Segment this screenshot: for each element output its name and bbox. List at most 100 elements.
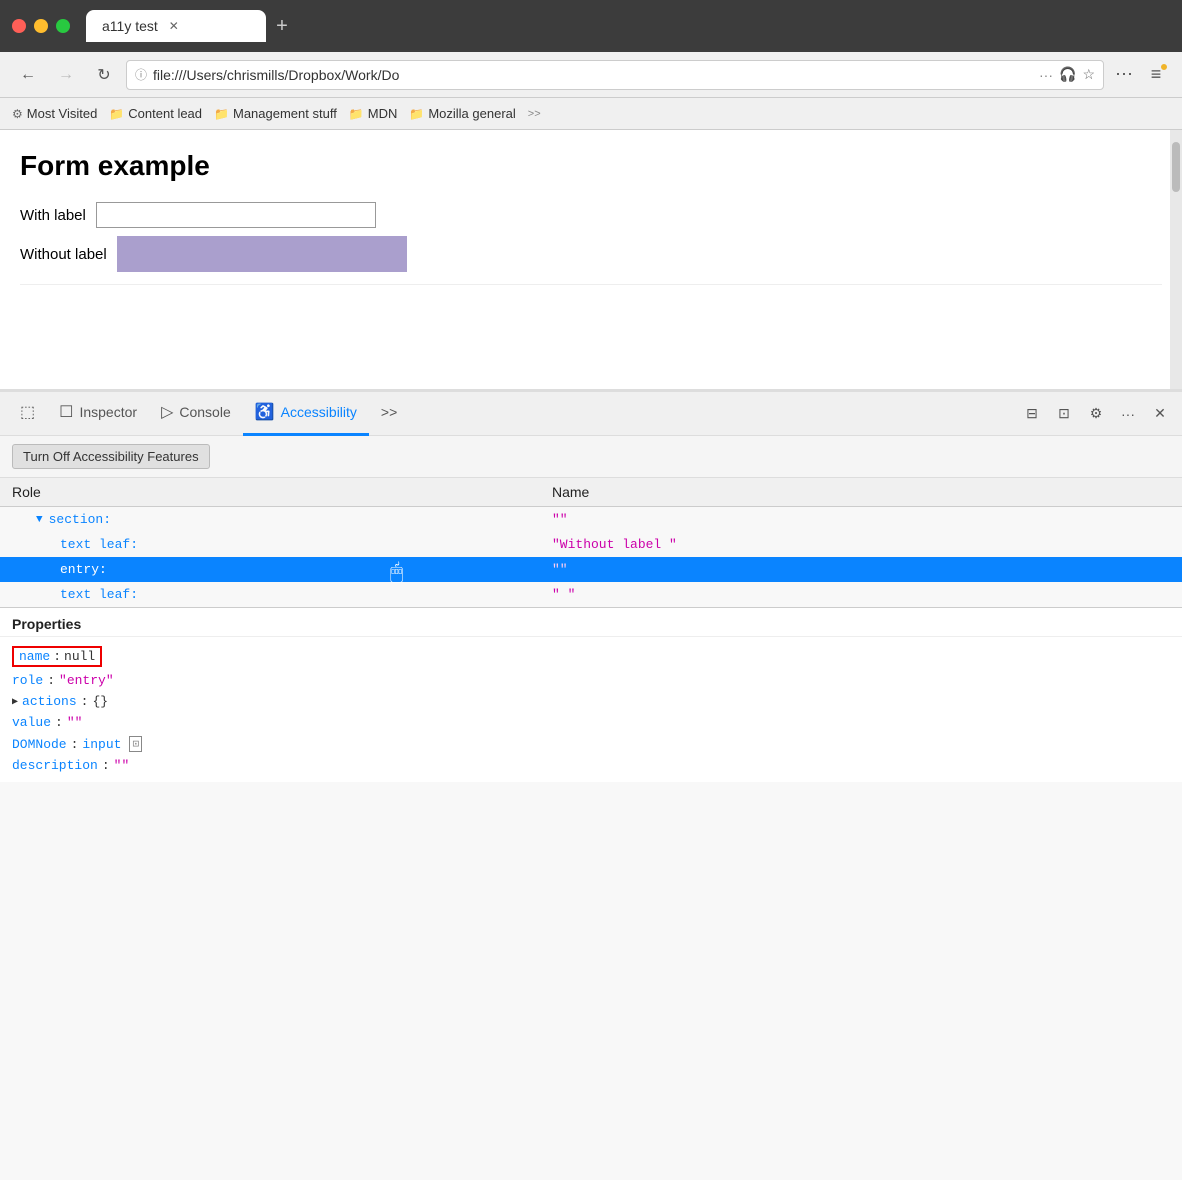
prop-colon-value: : [55,715,63,730]
menu-button[interactable]: ≡ [1142,61,1170,89]
name-text-leaf-2: " " [552,587,575,602]
bookmark-label: Management stuff [233,106,337,121]
bookmarks-more-button[interactable]: >> [528,108,541,120]
pocket-icon: 🎧 [1059,66,1076,83]
tab-responsive[interactable]: ⬚ [8,392,47,436]
prop-row-name: name : null [12,643,1170,670]
responsive-icon: ⬚ [20,402,35,422]
notification-dot [1160,63,1168,71]
prop-colon-name: : [53,649,61,664]
prop-row-description: description : "" [12,755,1170,776]
nav-actions: ⋯ ≡ [1110,61,1170,89]
form-row-with-label: With label [20,202,1162,228]
active-tab[interactable]: a11y test ✕ [86,10,266,42]
responsive-design-button[interactable]: ⊟ [1018,400,1046,428]
tree-header-name: Name [552,484,1170,500]
extensions-button[interactable]: ⋯ [1110,61,1138,89]
close-devtools-button[interactable]: ✕ [1146,400,1174,428]
prop-value-role: "entry" [59,673,114,688]
prop-colon-role: : [47,673,55,688]
more-options-button[interactable]: ··· [1114,400,1142,428]
forward-button[interactable]: → [50,59,82,91]
reload-button[interactable]: ↻ [88,59,120,91]
form-label-without: Without label [20,246,107,263]
tab-close-button[interactable]: ✕ [166,18,182,34]
expand-actions-icon[interactable]: ▶ [12,696,18,708]
expand-arrow-icon: ▼ [36,514,43,526]
scrollbar-thumb[interactable] [1172,142,1180,192]
form-row-without-label: Without label [20,236,1162,272]
properties-header: Properties [0,608,1182,637]
name-section: "" [552,512,568,527]
bookmark-label: Content lead [128,106,202,121]
tree-header-role: Role [12,484,552,500]
content-scrollbar[interactable] [1170,130,1182,389]
domnode-target-icon[interactable]: ⊡ [129,736,142,752]
prop-key-name: name [19,649,50,664]
info-icon: ⓘ [135,66,147,83]
bookmark-star-icon[interactable]: ☆ [1082,66,1095,83]
bookmark-most-visited[interactable]: ⚙ Most Visited [12,106,97,121]
turn-off-a11y-button[interactable]: Turn Off Accessibility Features [12,444,210,469]
prop-value-domnode[interactable]: input [82,737,121,752]
a11y-toolbar: Turn Off Accessibility Features [0,436,1182,478]
folder-icon: 📁 [109,107,124,121]
tree-row-text-leaf-1[interactable]: text leaf: "Without label " [0,532,1182,557]
prop-value-name: null [64,649,95,664]
prop-colon-actions: : [81,694,89,709]
devtools-tabs: ⬚ ☐ Inspector ▷ Console ♿ Accessibility … [0,392,1182,436]
settings-button[interactable]: ⚙ [1082,400,1110,428]
screenshot-button[interactable]: ⊡ [1050,400,1078,428]
properties-list: name : null role : "entry" ▶ ac [0,637,1182,782]
bookmark-content-lead[interactable]: 📁 Content lead [109,106,202,121]
name-entry: "" [552,562,568,577]
bookmark-management-stuff[interactable]: 📁 Management stuff [214,106,337,121]
prop-key-actions: actions [22,694,77,709]
prop-value-description: "" [114,758,130,773]
tree-row-section[interactable]: ▼ section: "" [0,507,1182,532]
tree-rows: ▼ section: "" text leaf: "Without label … [0,507,1182,607]
accessibility-tree: Role Name ▼ section: "" [0,478,1182,1180]
name-highlight-box: name : null [12,646,102,667]
prop-key-value: value [12,715,51,730]
tab-bar: a11y test ✕ + [86,10,1170,42]
tab-inspector-label: Inspector [79,404,137,420]
tab-inspector[interactable]: ☐ Inspector [47,392,149,436]
browser-content: Form example With label Without label [0,130,1182,390]
devtools: ⬚ ☐ Inspector ▷ Console ♿ Accessibility … [0,390,1182,1180]
prop-key-role: role [12,673,43,688]
form-input-without-label[interactable] [117,236,407,272]
tab-title: a11y test [102,18,158,34]
traffic-lights [12,19,70,33]
role-section: section: [49,512,111,527]
new-tab-button[interactable]: + [266,10,298,42]
tab-console[interactable]: ▷ Console [149,392,243,436]
close-button[interactable] [12,19,26,33]
bookmark-mdn[interactable]: 📁 MDN [349,106,398,121]
back-button[interactable]: ← [12,59,44,91]
role-text-leaf-2: text leaf: [60,587,138,602]
bookmark-mozilla-general[interactable]: 📁 Mozilla general [409,106,515,121]
prop-key-domnode: DOMNode [12,737,67,752]
address-ellipsis: ··· [1039,67,1053,83]
tree-row-text-leaf-2[interactable]: text leaf: " " [0,582,1182,607]
tab-accessibility-label: Accessibility [281,404,357,420]
prop-value-actions: {} [92,694,108,709]
minimize-button[interactable] [34,19,48,33]
maximize-button[interactable] [56,19,70,33]
role-text-leaf-1: text leaf: [60,537,138,552]
prop-row-domnode: DOMNode : input ⊡ [12,733,1170,755]
tab-more[interactable]: >> [369,392,409,436]
form-input-with-label[interactable] [96,202,376,228]
tree-header: Role Name [0,478,1182,507]
bookmark-label: MDN [368,106,398,121]
prop-row-role: role : "entry" [12,670,1170,691]
bookmark-label: Mozilla general [428,106,515,121]
address-bar[interactable]: ⓘ file:///Users/chrismills/Dropbox/Work/… [126,60,1104,90]
cut-off-content [20,284,1162,308]
prop-row-actions[interactable]: ▶ actions : {} [12,691,1170,712]
prop-row-value: value : "" [12,712,1170,733]
tab-accessibility[interactable]: ♿ Accessibility [243,392,369,436]
inspector-icon: ☐ [59,402,73,422]
tree-row-entry[interactable]: entry: "" 🖱 [0,557,1182,582]
